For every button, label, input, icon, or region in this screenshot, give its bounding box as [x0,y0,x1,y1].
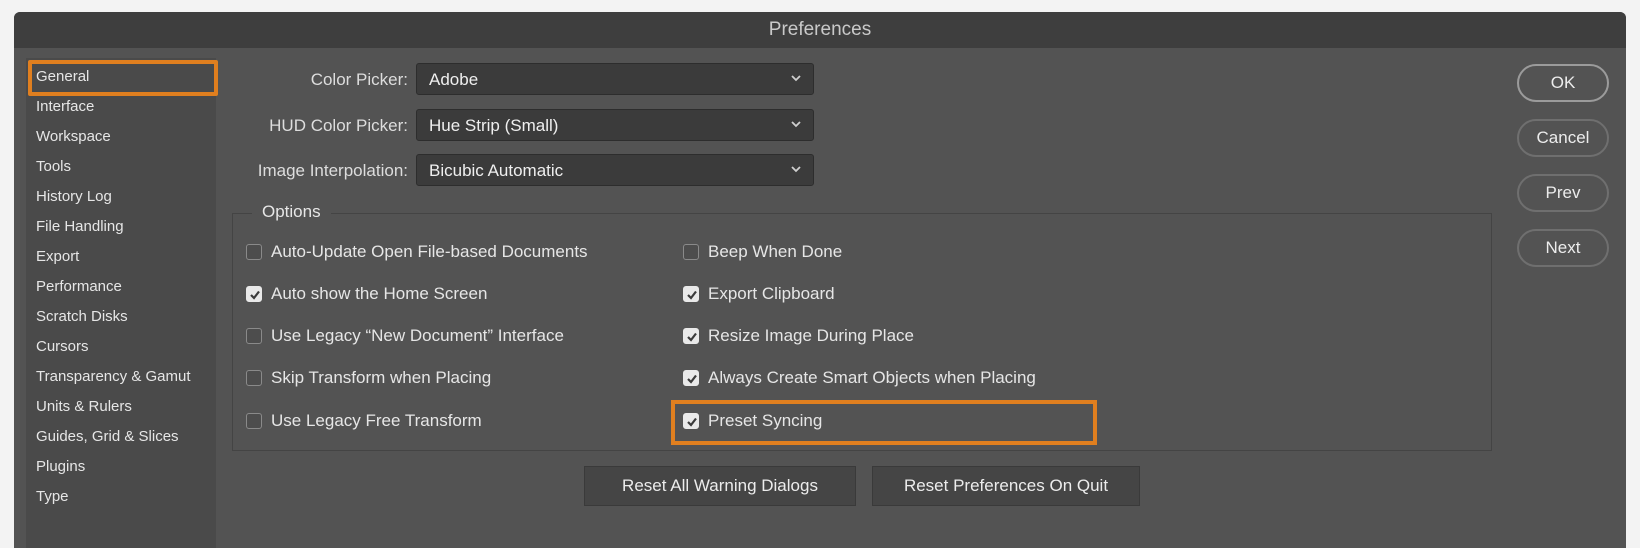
preset-syncing-highlight-box [671,400,1097,445]
image-interpolation-label: Image Interpolation: [257,161,408,180]
sidebar-item-cursors[interactable]: Cursors [36,338,89,355]
hud-color-picker-select[interactable]: Hue Strip (Small) [416,109,814,141]
reset-preferences-button[interactable]: Reset Preferences On Quit [872,466,1140,506]
sidebar-item-history-log[interactable]: History Log [36,188,112,205]
resize-image-during-place-checkbox[interactable]: Resize Image During Place [683,326,914,346]
checkbox-label: Use Legacy “New Document” Interface [271,326,564,345]
checkbox-box [246,328,262,344]
checkbox-label: Skip Transform when Placing [271,368,492,387]
chevron-down-icon [791,121,801,128]
next-button[interactable]: Next [1517,229,1609,267]
sidebar-item-guides-grid-slices[interactable]: Guides, Grid & Slices [36,428,179,445]
options-group-title: Options [252,202,331,222]
hud-color-picker-value: Hue Strip (Small) [429,116,559,135]
checkmark-icon [683,328,699,344]
prev-button[interactable]: Prev [1517,174,1609,212]
sidebar-item-transparency-gamut[interactable]: Transparency & Gamut [36,368,191,385]
general-highlight-box [28,60,218,96]
image-interpolation-value: Bicubic Automatic [429,161,564,180]
chevron-down-icon [791,75,801,82]
sidebar-item-scratch-disks[interactable]: Scratch Disks [36,308,128,325]
checkbox-label: Resize Image During Place [708,326,914,345]
sidebar-item-export[interactable]: Export [36,248,79,265]
sidebar-item-file-handling[interactable]: File Handling [36,218,124,235]
checkbox-label: Export Clipboard [708,284,835,303]
sidebar-item-tools[interactable]: Tools [36,158,71,175]
legacy-free-transform-checkbox[interactable]: Use Legacy Free Transform [246,411,482,431]
sidebar-item-workspace[interactable]: Workspace [36,128,111,145]
export-clipboard-checkbox[interactable]: Export Clipboard [683,284,835,304]
auto-update-documents-checkbox[interactable]: Auto-Update Open File-based Documents [246,242,588,262]
checkmark-icon [246,286,262,302]
sidebar-item-plugins[interactable]: Plugins [36,458,85,475]
cancel-button[interactable]: Cancel [1517,119,1609,157]
chevron-down-icon [791,166,801,173]
sidebar-item-type[interactable]: Type [36,488,69,505]
ok-button[interactable]: OK [1517,64,1609,102]
checkbox-box [246,244,262,260]
checkbox-label: Auto-Update Open File-based Documents [271,242,588,261]
sidebar-item-units-rulers[interactable]: Units & Rulers [36,398,132,415]
checkbox-label: Beep When Done [708,242,843,261]
legacy-new-document-checkbox[interactable]: Use Legacy “New Document” Interface [246,326,564,346]
hud-color-picker-label: HUD Color Picker: [269,116,408,135]
sidebar-item-performance[interactable]: Performance [36,278,122,295]
color-picker-value: Adobe [429,70,479,89]
image-interpolation-select[interactable]: Bicubic Automatic [416,154,814,186]
checkbox-box [683,244,699,260]
dialog-title: Preferences [14,12,1626,48]
checkbox-label: Use Legacy Free Transform [271,411,482,430]
beep-when-done-checkbox[interactable]: Beep When Done [683,242,842,262]
checkbox-label: Auto show the Home Screen [271,284,488,303]
skip-transform-checkbox[interactable]: Skip Transform when Placing [246,368,491,388]
checkmark-icon [683,370,699,386]
sidebar: General Interface Workspace Tools Histor… [26,58,216,548]
checkbox-box [246,413,262,429]
sidebar-item-interface[interactable]: Interface [36,98,94,115]
reset-warning-dialogs-button[interactable]: Reset All Warning Dialogs [584,466,856,506]
color-picker-label: Color Picker: [310,70,408,89]
color-picker-select[interactable]: Adobe [416,63,814,95]
checkbox-label: Always Create Smart Objects when Placing [708,368,1036,387]
always-create-smart-objects-checkbox[interactable]: Always Create Smart Objects when Placing [683,368,1036,388]
checkbox-box [246,370,262,386]
checkmark-icon [683,286,699,302]
auto-show-home-screen-checkbox[interactable]: Auto show the Home Screen [246,284,487,304]
